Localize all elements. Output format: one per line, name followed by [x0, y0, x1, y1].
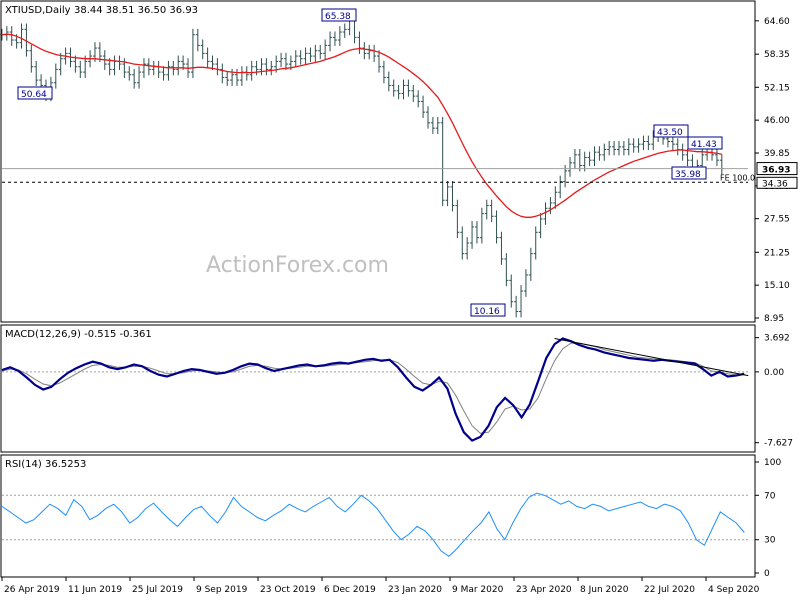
x-tick-label: 11 Jun 2019	[68, 585, 122, 595]
x-tick-label: 4 Sep 2020	[708, 585, 760, 595]
rsi-y-tick-label: 100	[764, 458, 781, 468]
header-values: 38.44 38.51 36.50 36.93	[74, 5, 198, 16]
annotation-label: 35.98	[675, 170, 701, 180]
annotation-label: 43.50	[657, 128, 683, 138]
price-y-tick-label: 8.95	[764, 314, 784, 324]
symbol-label: XTIUSD,Daily	[5, 5, 71, 16]
x-tick-label: 8 Jun 2020	[580, 585, 629, 595]
level-price-label: 34.36	[762, 179, 788, 189]
price-y-tick-label: 27.55	[764, 215, 790, 225]
x-tick-label: 25 Jul 2019	[132, 585, 183, 595]
chart: XTIUSD,Daily 38.44 38.51 36.50 36.93 Act…	[0, 0, 800, 600]
macd-y-tick-label: 0.00	[764, 368, 784, 378]
x-tick-label: 23 Oct 2019	[260, 585, 316, 595]
annotation-label: 65.38	[325, 12, 351, 22]
price-y-tick-label: 39.85	[764, 149, 790, 159]
watermark: ActionForex.com	[206, 253, 389, 278]
price-y-tick-label: 58.35	[764, 50, 790, 60]
current-price-label: 36.93	[762, 166, 790, 176]
x-tick-label: 9 Sep 2019	[196, 585, 248, 595]
annotation-label: 50.64	[21, 90, 47, 100]
annotation-label: 10.16	[474, 307, 500, 317]
x-tick-label: 6 Dec 2019	[324, 585, 376, 595]
price-y-tick-label: 21.25	[764, 248, 790, 258]
x-tick-label: 23 Apr 2020	[516, 585, 572, 595]
rsi-y-tick-label: 0	[764, 569, 770, 579]
fib-label: FE 100.0	[720, 173, 755, 182]
price-y-tick-label: 64.60	[764, 17, 790, 27]
rsi-y-tick-label: 30	[764, 536, 776, 546]
x-tick-label: 23 Jan 2020	[388, 585, 442, 595]
x-tick-label: 9 Mar 2020	[452, 585, 504, 595]
x-tick-label: 26 Apr 2019	[4, 585, 60, 595]
macd-y-tick-label: 3.692	[764, 334, 790, 344]
macd-y-tick-label: -7.627	[764, 439, 793, 449]
x-tick-label: 22 Jul 2020	[644, 585, 695, 595]
annotation-label: 41.43	[691, 140, 717, 150]
price-y-tick-label: 52.15	[764, 83, 790, 93]
price-y-tick-label: 46.00	[764, 116, 790, 126]
macd-label: MACD(12,26,9) -0.515 -0.361	[5, 329, 152, 340]
price-y-tick-label: 15.10	[764, 281, 790, 291]
rsi-y-tick-label: 70	[764, 491, 776, 501]
rsi-label: RSI(14) 36.5253	[5, 459, 86, 470]
